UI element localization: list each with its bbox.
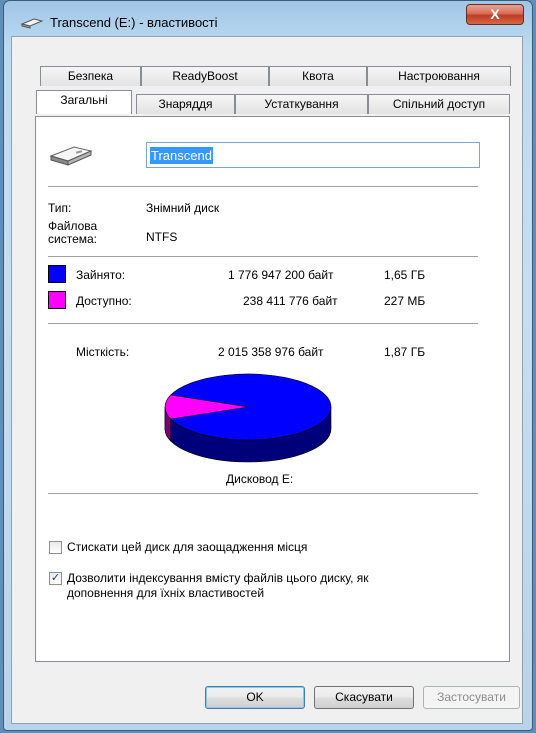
tab-security[interactable]: Безпека <box>40 66 141 86</box>
drive-name-value: Transcend <box>150 147 213 164</box>
divider-bottom <box>48 493 478 494</box>
compress-label[interactable]: Стискати цей диск для заощадження місця <box>67 540 307 554</box>
tab-quota[interactable]: Квота <box>269 66 367 86</box>
used-size: 1,65 ГБ <box>384 268 426 282</box>
index-check-mark: ✓ <box>50 572 61 584</box>
close-button[interactable]: X <box>466 4 524 25</box>
removable-drive-icon <box>20 18 44 29</box>
index-label[interactable]: Дозволити індексування вмісту файлів цьо… <box>67 571 369 601</box>
tab-general[interactable]: Загальні <box>36 90 132 114</box>
window-title: Transcend (E:) - властивості <box>50 15 218 30</box>
free-bytes: 238 411 776 байт <box>243 294 338 308</box>
drive-caption: Дисковод E: <box>226 472 294 486</box>
compress-checkbox[interactable] <box>49 541 62 554</box>
title-bar[interactable]: Transcend (E:) - властивості X <box>4 1 532 37</box>
capacity-size: 1,87 ГБ <box>384 345 426 359</box>
capacity-label: Місткість: <box>76 345 130 359</box>
drive-name-input[interactable]: Transcend <box>146 142 480 168</box>
index-label-line2: доповнення для їхніх властивостей <box>67 586 265 600</box>
tab-sharing[interactable]: Спільний доступ <box>368 94 510 114</box>
free-size: 227 МБ <box>384 294 426 308</box>
divider-capacity <box>48 323 478 324</box>
cancel-button[interactable]: Скасувати <box>314 686 414 709</box>
free-swatch <box>48 291 66 309</box>
ok-button[interactable]: OK <box>205 686 305 709</box>
used-swatch <box>48 265 66 283</box>
divider-space <box>48 256 478 257</box>
index-label-line1: Дозволити індексування вмісту файлів цьо… <box>67 571 369 585</box>
fs-label: Файлова система: <box>48 220 97 246</box>
index-checkbox[interactable]: ✓ <box>49 572 62 585</box>
divider-top <box>48 186 478 187</box>
capacity-bytes: 2 015 358 976 байт <box>218 345 324 359</box>
fs-label-line2: система: <box>48 232 97 246</box>
tab-readyboost[interactable]: ReadyBoost <box>141 66 269 86</box>
used-bytes: 1 776 947 200 байт <box>228 268 334 282</box>
disk-usage-pie <box>164 373 332 463</box>
used-label: Зайнято: <box>76 268 126 282</box>
tab-tools[interactable]: Знаряддя <box>136 94 235 114</box>
type-value: Знімний диск <box>146 201 220 215</box>
tab-hardware[interactable]: Устаткування <box>235 94 368 114</box>
usb-drive-icon <box>49 146 93 166</box>
apply-button[interactable]: Застосувати <box>423 686 520 709</box>
free-label: Доступно: <box>76 294 132 308</box>
tab-customize[interactable]: Настроювання <box>367 66 511 86</box>
type-label: Тип: <box>48 201 72 215</box>
fs-value: NTFS <box>146 230 178 244</box>
